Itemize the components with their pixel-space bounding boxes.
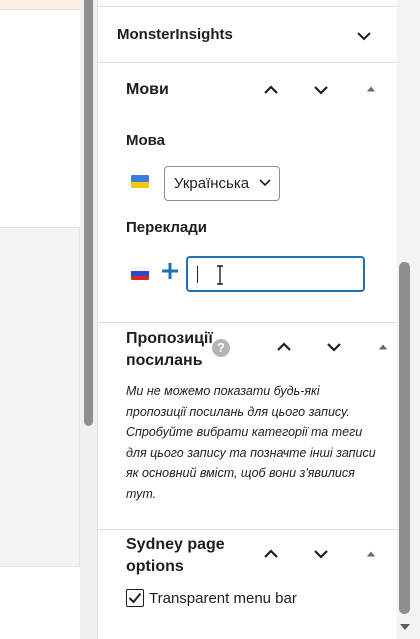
editor-scrollbar-thumb[interactable] xyxy=(84,0,93,426)
triangle-up-icon[interactable] xyxy=(364,548,378,560)
triangle-up-icon[interactable] xyxy=(364,83,378,95)
language-select-value: Українська xyxy=(174,175,250,192)
checkmark-icon xyxy=(128,592,142,604)
text-cursor-icon xyxy=(217,265,223,285)
divider xyxy=(98,322,398,323)
scroll-down-arrow-icon[interactable] xyxy=(399,623,411,631)
chevron-down-icon xyxy=(259,179,271,187)
flag-russia-icon xyxy=(131,267,149,280)
panel-title-monsterinsights[interactable]: MonsterInsights xyxy=(117,24,233,46)
plus-icon[interactable] xyxy=(159,260,181,282)
panel-title-line: options xyxy=(126,558,184,575)
panel-title-link-suggestions[interactable]: Пропозиції посилань xyxy=(126,328,213,372)
panel-title-line: посилань xyxy=(126,352,203,369)
divider xyxy=(98,62,398,63)
flag-ukraine-icon xyxy=(131,175,149,188)
editor-canvas xyxy=(0,0,80,639)
transparent-menu-bar-checkbox[interactable] xyxy=(126,589,144,607)
notice-banner xyxy=(0,0,80,10)
chevron-up-icon[interactable] xyxy=(260,79,282,101)
chevron-up-icon[interactable] xyxy=(273,336,295,358)
translation-search-input[interactable] xyxy=(186,256,365,292)
chevron-down-icon[interactable] xyxy=(310,79,332,101)
chevron-down-icon[interactable] xyxy=(323,336,345,358)
panel-title-line: Пропозиції xyxy=(126,330,213,347)
sidebar-scrollbar-thumb[interactable] xyxy=(399,262,410,614)
language-label: Мова xyxy=(126,132,166,149)
transparent-menu-bar-label[interactable]: Transparent menu bar xyxy=(149,589,297,608)
chevron-down-icon[interactable] xyxy=(310,543,332,565)
text-caret xyxy=(197,266,198,283)
triangle-up-icon[interactable] xyxy=(376,341,390,353)
settings-sidebar: MonsterInsights Мови Мова Українська Пер… xyxy=(97,0,398,639)
chevron-down-icon[interactable] xyxy=(353,25,375,47)
panel-title-sydney-page-options[interactable]: Sydney page options xyxy=(126,534,225,578)
panel-title-line: Sydney page xyxy=(126,536,225,553)
help-icon[interactable]: ? xyxy=(212,339,230,357)
chevron-up-icon[interactable] xyxy=(260,543,282,565)
divider xyxy=(98,529,398,530)
divider xyxy=(98,6,398,7)
content-block[interactable] xyxy=(0,227,80,567)
panel-title-languages[interactable]: Мови xyxy=(126,79,169,101)
link-suggestions-message: Ми не можемо показати будь-які пропозиці… xyxy=(126,384,376,501)
language-select[interactable]: Українська xyxy=(164,166,280,201)
translations-label: Переклади xyxy=(126,219,207,236)
